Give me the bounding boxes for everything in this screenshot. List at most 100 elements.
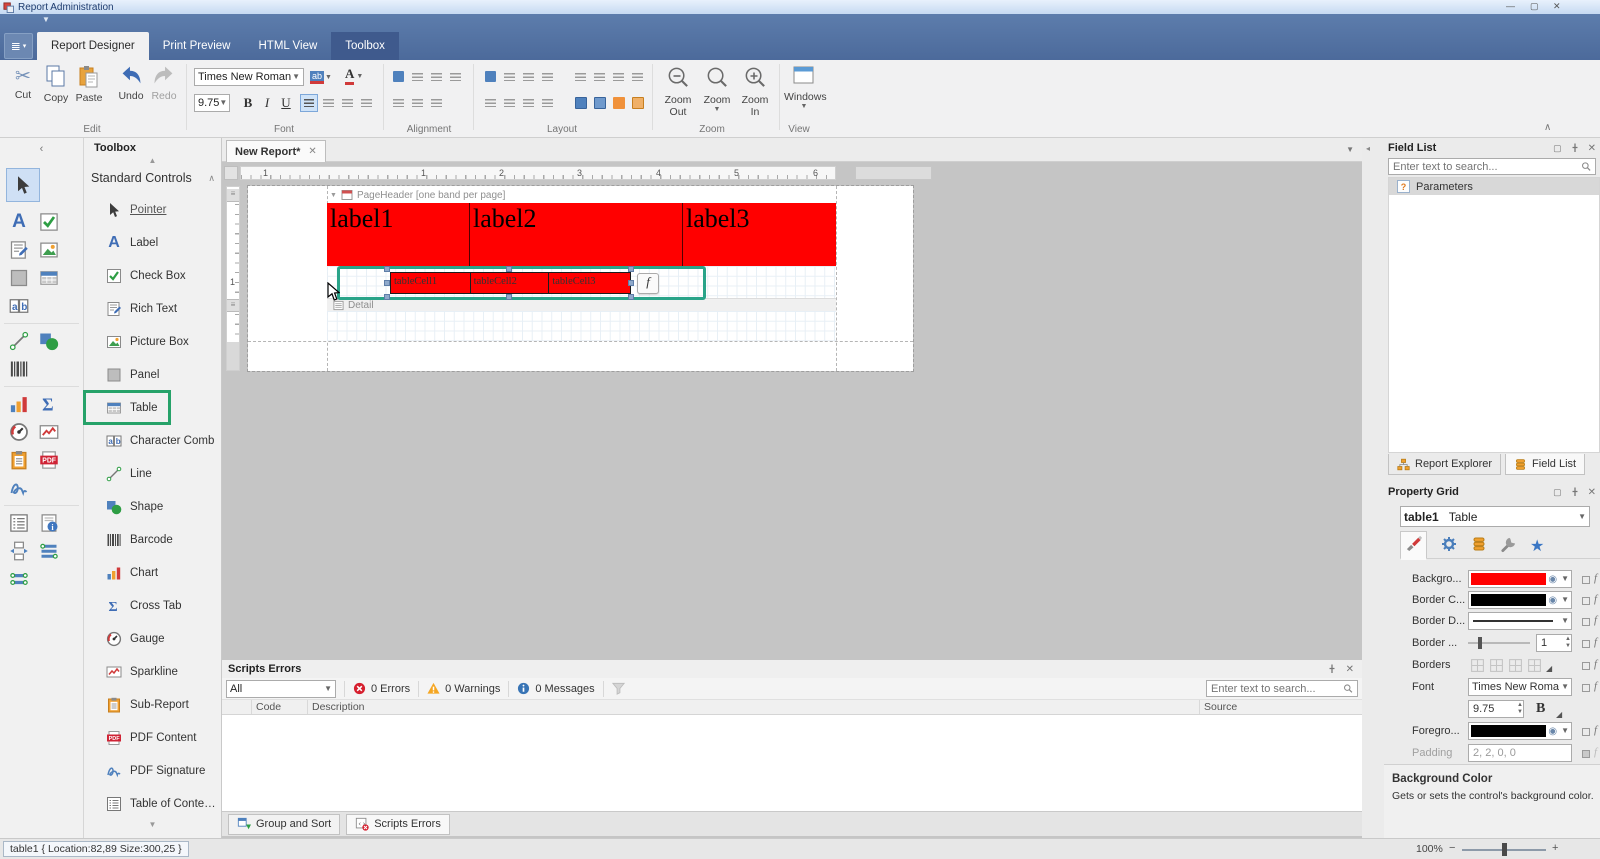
error-list-body[interactable] (222, 715, 1362, 811)
restore-panel-icon[interactable]: ▢ (1553, 143, 1562, 154)
horizontal-ruler[interactable]: 1 1 2 3 4 5 6 7 (240, 166, 932, 180)
tab-favorites[interactable]: ★ (1530, 536, 1544, 556)
errors-badge[interactable]: 0 Errors (353, 682, 410, 695)
expression-f-icon[interactable]: f (1594, 636, 1597, 648)
application-menu-button[interactable]: ≣ ▾ (4, 33, 33, 59)
expression-f-icon[interactable]: f (1594, 658, 1597, 670)
paste-button[interactable]: Paste (73, 65, 105, 104)
toolbox-item-pdfsignature[interactable]: PDF Signature (84, 754, 221, 787)
send-to-back-button[interactable] (629, 94, 646, 111)
property-row-font-size[interactable]: 9.75 ▲ ▼ B ◢ (1384, 700, 1600, 719)
align-lefts-button[interactable] (409, 68, 426, 85)
windows-button[interactable]: Windows ▼ (784, 65, 827, 110)
field-list-search-box[interactable] (1388, 158, 1596, 175)
tab-report-explorer[interactable]: Report Explorer (1388, 454, 1502, 475)
label2-control[interactable]: label2 (470, 203, 683, 266)
tab-toolbox[interactable]: Toolbox (331, 32, 399, 60)
border-bottom-icon[interactable] (1527, 658, 1542, 673)
toolbox-item-panel[interactable]: Panel (84, 358, 221, 391)
close-icon[interactable]: ✕ (1346, 664, 1354, 675)
toolbox-item-picturebox[interactable]: Picture Box (84, 325, 221, 358)
tab-design[interactable] (1500, 536, 1517, 556)
property-checkbox[interactable] (1582, 597, 1590, 605)
tab-behavior[interactable] (1440, 535, 1458, 556)
toolbox-section-header[interactable]: Standard Controls ∧ (84, 165, 221, 193)
strip-subreport-button[interactable] (4, 446, 34, 474)
report-page[interactable]: ▼ PageHeader [one band per page] label1 … (247, 185, 914, 372)
resize-handle[interactable] (506, 294, 512, 300)
zoom-out-button[interactable]: Zoom Out (658, 65, 698, 118)
property-row-borders[interactable]: Borders ◢ f (1384, 656, 1600, 675)
minimize-button[interactable]: — (1506, 1, 1515, 11)
vert-spacing-remove-button[interactable] (539, 94, 556, 111)
quick-access-dropdown-icon[interactable]: ▼ (42, 15, 50, 24)
tab-appearance[interactable] (1400, 531, 1427, 560)
zoom-slider-thumb[interactable] (1502, 843, 1507, 856)
field-list-item-parameters[interactable]: ? Parameters (1389, 178, 1599, 195)
expression-f-icon[interactable]: f (1594, 593, 1597, 605)
strip-gauge-button[interactable] (4, 418, 34, 446)
pin-icon[interactable] (1569, 486, 1581, 498)
tab-data[interactable] (1471, 536, 1487, 555)
font-size-spinner[interactable]: 9.75 ▲ ▼ (1468, 700, 1524, 718)
align-centers-button[interactable] (428, 68, 445, 85)
resize-handle[interactable] (384, 294, 390, 300)
align-bottoms-button[interactable] (428, 94, 445, 111)
close-button[interactable]: ✕ (1553, 1, 1561, 12)
vert-spacing-decrease-button[interactable] (520, 94, 537, 111)
corner-expand-icon[interactable]: ◢ (1556, 710, 1562, 719)
column-indicator[interactable] (222, 700, 252, 714)
tab-field-list[interactable]: Field List (1505, 454, 1586, 475)
close-icon[interactable]: ✕ (1588, 143, 1596, 154)
toolbox-item-chart[interactable]: Chart (84, 556, 221, 589)
align-rights-button[interactable] (447, 68, 464, 85)
page-header-band[interactable]: label1 label2 label3 (327, 203, 836, 266)
tab-group-and-sort[interactable]: Group and Sort (228, 813, 341, 835)
toolbox-item-pdfcontent[interactable]: PDF Content (84, 721, 221, 754)
font-size-combo[interactable]: 9.75 ▼ (194, 94, 230, 112)
table-cell-2[interactable]: tableCell2 (471, 273, 550, 293)
table-cell-1[interactable]: tableCell1 (391, 273, 471, 293)
resize-handle[interactable] (628, 294, 634, 300)
pin-icon[interactable] (1326, 663, 1338, 675)
messages-badge[interactable]: 0 Messages (517, 682, 595, 695)
strip-barcode-button[interactable] (4, 355, 34, 383)
align-justify-button[interactable] (357, 94, 375, 112)
border-top-icon[interactable] (1489, 658, 1504, 673)
border-color-editor[interactable]: ◉ ▼ (1468, 591, 1572, 609)
collapse-panel-icon[interactable]: ‹ (0, 138, 83, 160)
tab-list-dropdown-icon[interactable]: ▼ (1346, 145, 1354, 154)
filter-icon[interactable] (612, 682, 625, 695)
corner-expand-icon[interactable]: ◢ (1546, 664, 1552, 673)
italic-button[interactable]: I (258, 94, 276, 112)
band-drag-handle[interactable]: ≡ (227, 299, 239, 312)
document-tab-new-report[interactable]: New Report* ✕ (226, 140, 326, 162)
strip-charcomb-button[interactable] (4, 292, 34, 320)
border-width-slider-thumb[interactable] (1478, 637, 1482, 649)
property-checkbox[interactable] (1582, 728, 1590, 736)
property-row-background[interactable]: Backgro... ◉ ▼ f (1384, 570, 1600, 589)
same-size-button[interactable] (501, 68, 518, 85)
property-checkbox[interactable] (1582, 662, 1590, 670)
strip-checkbox-button[interactable] (34, 208, 64, 236)
horiz-spacing-increase-button[interactable] (591, 68, 608, 85)
toolbox-item-subreport[interactable]: Sub-Report (84, 688, 221, 721)
strip-pageinfo-button[interactable] (34, 509, 64, 537)
strip-pointer-button[interactable] (6, 168, 40, 202)
tab-report-designer[interactable]: Report Designer (37, 32, 149, 60)
copy-button[interactable]: Copy (40, 65, 72, 104)
detail-band-caption[interactable]: Detail (327, 299, 836, 311)
toolbox-item-barcode[interactable]: Barcode (84, 523, 221, 556)
zoom-dropdown-button[interactable]: Zoom ▼ (700, 65, 734, 113)
align-tops-button[interactable] (390, 94, 407, 111)
snap-to-grid-button[interactable] (390, 68, 407, 85)
property-row-font[interactable]: Font Times New Roman ▼ f (1384, 678, 1600, 697)
bold-toggle[interactable]: B (1536, 701, 1545, 717)
background-color-editor[interactable]: ◉ ▼ (1468, 570, 1572, 588)
column-source[interactable]: Source (1200, 700, 1362, 714)
expression-f-icon[interactable]: f (1594, 724, 1597, 736)
vertical-ruler[interactable]: ≡ 1 ≡ (226, 186, 240, 371)
property-row-border-color[interactable]: Border C... ◉ ▼ f (1384, 591, 1600, 610)
property-row-padding[interactable]: Padding 2, 2, 0, 0 f (1384, 744, 1600, 763)
label1-control[interactable]: label1 (327, 203, 470, 266)
